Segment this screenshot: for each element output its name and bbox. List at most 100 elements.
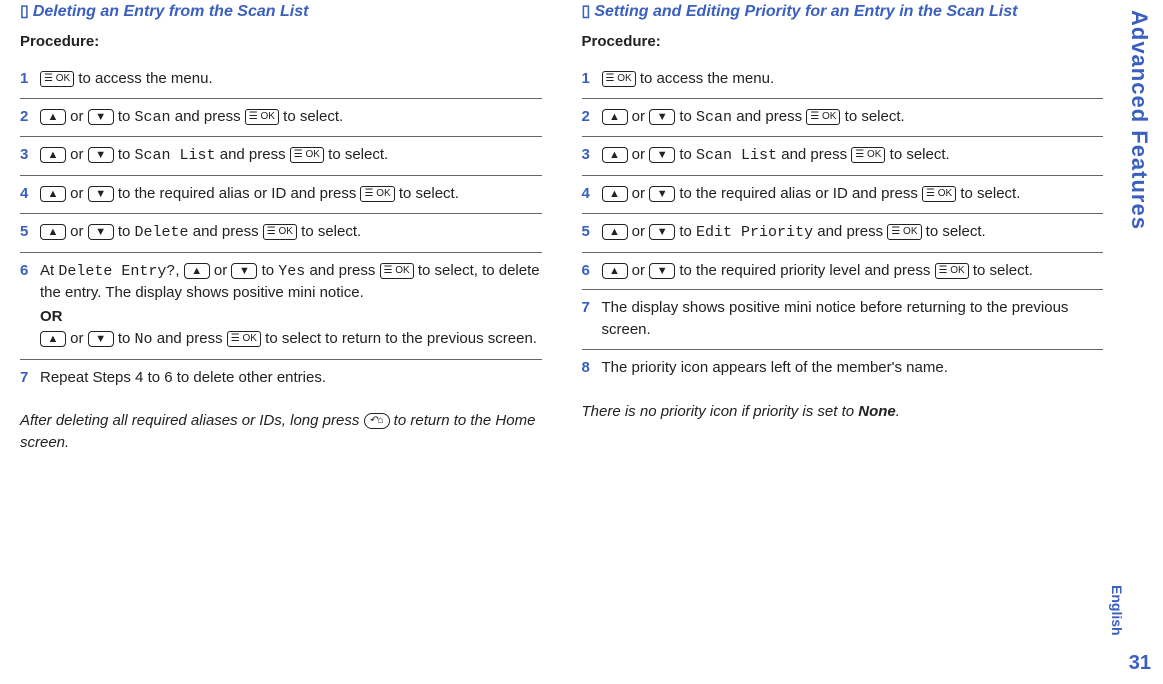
step-3: 3 ▲ or ▼ to Scan List and press ☰ OK to … (582, 137, 1104, 176)
step-4: 4 ▲ or ▼ to the required alias or ID and… (582, 176, 1104, 214)
down-key-icon: ▼ (88, 109, 114, 125)
menu-label: Yes (278, 263, 305, 280)
step-text: At (40, 262, 58, 279)
step-7: 7 Repeat Steps 4 to 6 to delete other en… (20, 360, 542, 397)
step-body: ▲ or ▼ to Scan List and press ☰ OK to se… (40, 144, 542, 167)
step-number: 3 (582, 144, 596, 166)
step-text: to select. (922, 223, 986, 240)
procedure-label: Procedure: (20, 31, 542, 53)
step-number: 8 (582, 357, 596, 379)
step-text: and press (732, 108, 806, 125)
up-key-icon: ▲ (40, 109, 66, 125)
step-text: to select. (969, 262, 1033, 279)
step-5: 5 ▲ or ▼ to Delete and press ☰ OK to sel… (20, 214, 542, 253)
step-text: or (66, 223, 88, 240)
down-key-icon: ▼ (649, 186, 675, 202)
step-number: 1 (582, 68, 596, 90)
up-key-icon: ▲ (40, 186, 66, 202)
footnote-text: There is no priority icon if priority is… (582, 403, 859, 420)
step-text: to the required priority level and press (675, 262, 934, 279)
step-number: 7 (582, 297, 596, 319)
step-number: 6 (582, 260, 596, 282)
menu-label: Delete (135, 224, 189, 241)
step-body: ▲ or ▼ to Edit Priority and press ☰ OK t… (602, 221, 1104, 244)
ok-key-icon: ☰ OK (40, 71, 74, 87)
step-text: to the required alias or ID and press (675, 185, 922, 202)
ok-key-icon: ☰ OK (935, 263, 969, 279)
ok-key-icon: ☰ OK (245, 109, 279, 125)
step-8: 8 The priority icon appears left of the … (582, 350, 1104, 387)
down-key-icon: ▼ (231, 263, 257, 279)
step-text: and press (171, 108, 245, 125)
step-text: and press (813, 223, 887, 240)
left-column: ▯Deleting an Entry from the Scan List Pr… (20, 0, 542, 454)
down-key-icon: ▼ (88, 186, 114, 202)
ok-key-icon: ☰ OK (380, 263, 414, 279)
up-key-icon: ▲ (602, 263, 628, 279)
step-1: 1 ☰ OK to access the menu. (582, 61, 1104, 99)
step-7: 7 The display shows positive mini notice… (582, 290, 1104, 350)
step-text: or (628, 108, 650, 125)
step-2: 2 ▲ or ▼ to Scan and press ☰ OK to selec… (582, 99, 1104, 138)
step-body: ▲ or ▼ to the required alias or ID and p… (602, 183, 1104, 205)
step-body: ☰ OK to access the menu. (40, 68, 542, 90)
menu-label: No (135, 331, 153, 348)
step-text: and press (305, 262, 379, 279)
down-key-icon: ▼ (649, 147, 675, 163)
down-key-icon: ▼ (649, 263, 675, 279)
step-number: 7 (20, 367, 34, 389)
step-body: ▲ or ▼ to Delete and press ☰ OK to selec… (40, 221, 542, 244)
step-text: or (628, 262, 650, 279)
step-text: to select. (324, 146, 388, 163)
footnote-text: . (896, 403, 900, 420)
procedure-label: Procedure: (582, 31, 1104, 53)
step-text: to select. (297, 223, 361, 240)
footnote-text: After deleting all required aliases or I… (20, 412, 364, 429)
step-text: or (66, 185, 88, 202)
step-6: 6 At Delete Entry?, ▲ or ▼ to Yes and pr… (20, 253, 542, 360)
down-key-icon: ▼ (649, 224, 675, 240)
bullet-icon: ▯ (20, 3, 29, 20)
step-body: ▲ or ▼ to the required priority level an… (602, 260, 1104, 282)
menu-label: Scan List (696, 147, 777, 164)
step-4: 4 ▲ or ▼ to the required alias or ID and… (20, 176, 542, 214)
step-number: 4 (20, 183, 34, 205)
down-key-icon: ▼ (88, 147, 114, 163)
left-footnote: After deleting all required aliases or I… (20, 410, 542, 454)
ok-key-icon: ☰ OK (360, 186, 394, 202)
down-key-icon: ▼ (649, 109, 675, 125)
step-text: and press (189, 223, 263, 240)
step-text: or (628, 185, 650, 202)
menu-label: Scan (696, 109, 732, 126)
step-number: 1 (20, 68, 34, 90)
step-text: to select to return to the previous scre… (261, 330, 537, 347)
step-6: 6 ▲ or ▼ to the required priority level … (582, 253, 1104, 291)
step-number: 2 (582, 106, 596, 128)
ok-key-icon: ☰ OK (887, 224, 921, 240)
step-text: to access the menu. (74, 70, 212, 87)
up-key-icon: ▲ (602, 147, 628, 163)
step-number: 5 (582, 221, 596, 243)
step-text: to select. (956, 185, 1020, 202)
menu-label: Scan (135, 109, 171, 126)
left-steps: 1 ☰ OK to access the menu. 2 ▲ or ▼ to S… (20, 61, 542, 397)
ok-key-icon: ☰ OK (806, 109, 840, 125)
step-text: to the required alias or ID and press (114, 185, 361, 202)
right-footnote: There is no priority icon if priority is… (582, 401, 1104, 423)
step-5: 5 ▲ or ▼ to Edit Priority and press ☰ OK… (582, 214, 1104, 253)
step-text: to (114, 108, 135, 125)
right-column: ▯Setting and Editing Priority for an Ent… (582, 0, 1104, 454)
step-body: The priority icon appears left of the me… (602, 357, 1104, 379)
language-tab: English (1107, 585, 1127, 636)
step-text: to (114, 146, 135, 163)
step-body: Repeat Steps 4 to 6 to delete other entr… (40, 367, 542, 389)
up-key-icon: ▲ (184, 263, 210, 279)
step-number: 4 (582, 183, 596, 205)
ok-key-icon: ☰ OK (922, 186, 956, 202)
step-text: to (675, 223, 696, 240)
title-text: Deleting an Entry from the Scan List (33, 3, 309, 20)
menu-label: Delete Entry? (58, 263, 175, 280)
step-text: to (114, 223, 135, 240)
up-key-icon: ▲ (40, 147, 66, 163)
step-text: to select. (395, 185, 459, 202)
